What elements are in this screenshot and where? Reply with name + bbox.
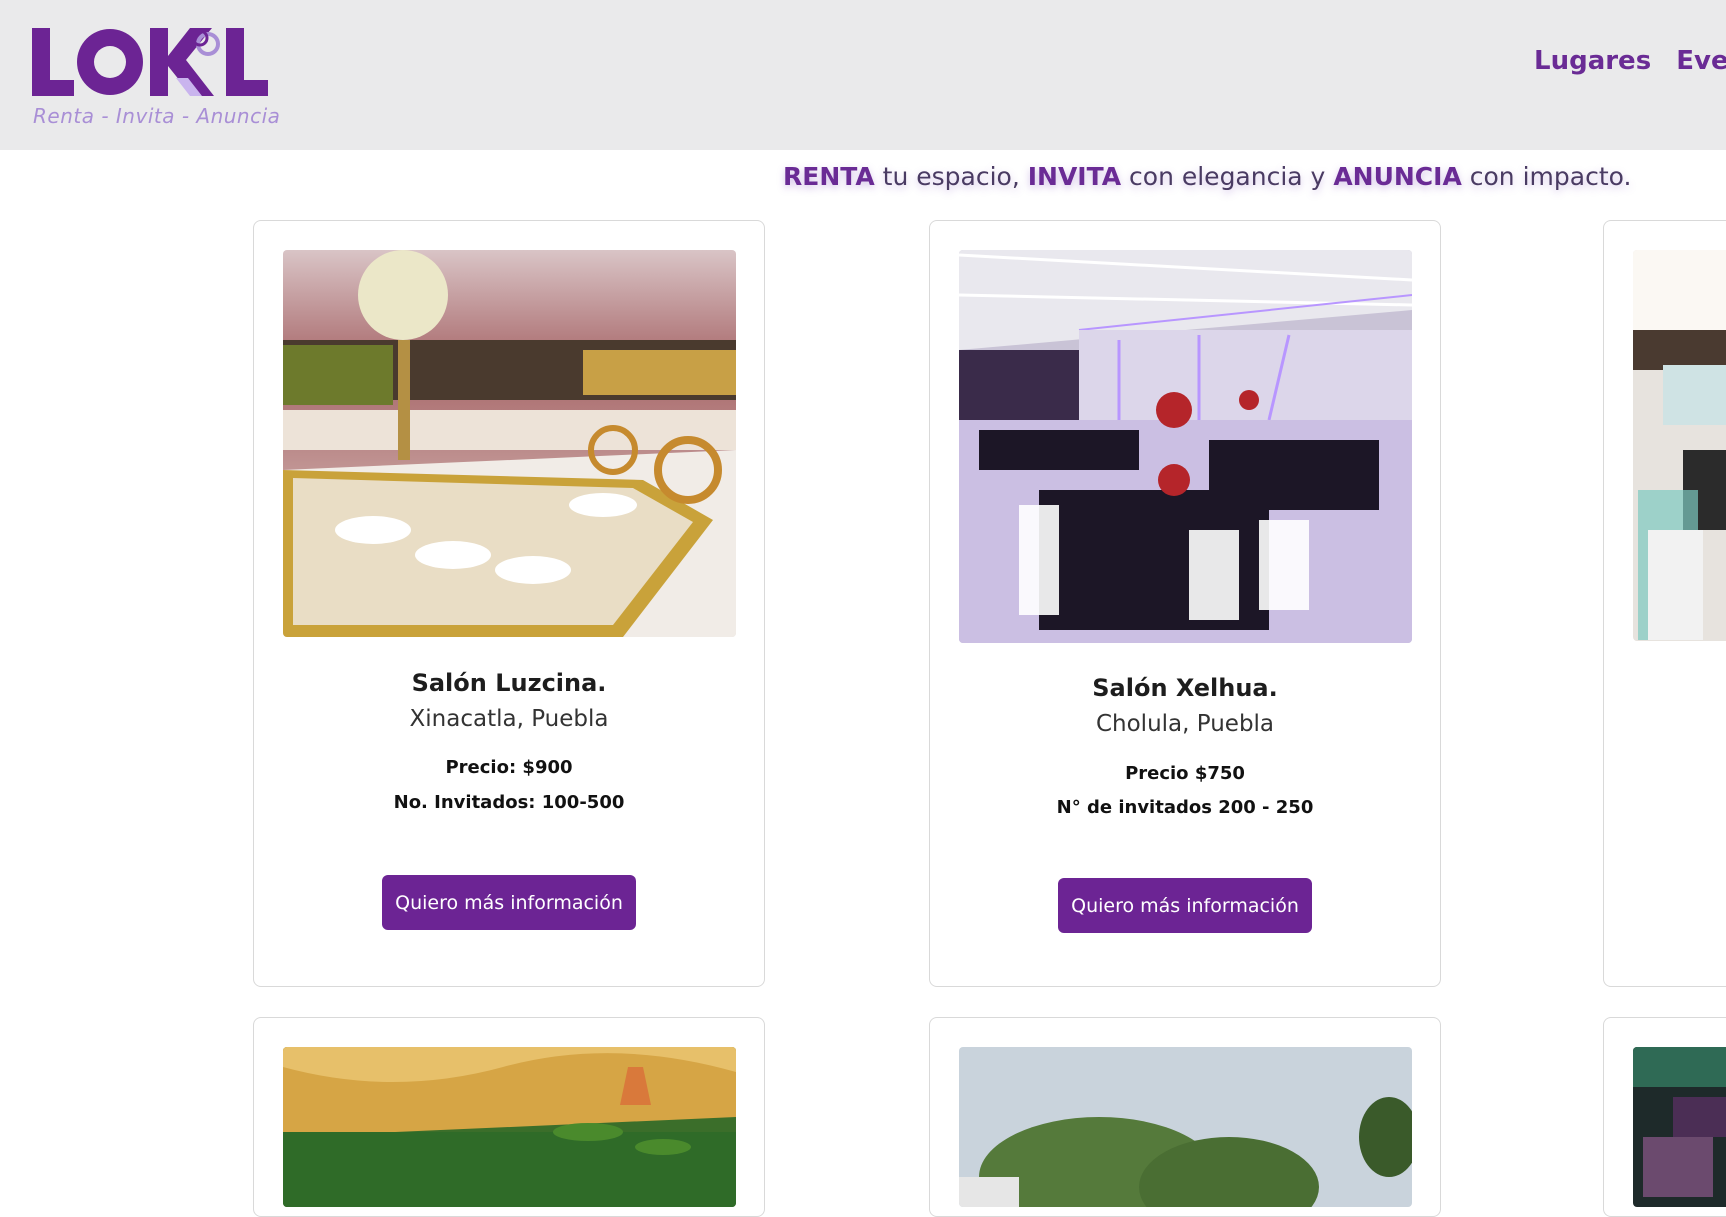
venue-photo[interactable] xyxy=(959,250,1412,643)
venue-card: Salón Xelhua. Cholula, Puebla Precio $75… xyxy=(929,220,1441,987)
venue-card: Salón Luzcina. Xinacatla, Puebla Precio:… xyxy=(253,220,765,987)
banquet-hall-photo-icon xyxy=(1633,250,1726,641)
venue-location: Xinacatla, Puebla xyxy=(409,706,609,732)
venue-guests: No. Invitados: 100-500 xyxy=(393,792,625,813)
venue-price: Precio: $900 xyxy=(445,757,573,778)
more-info-button[interactable]: Quiero más información xyxy=(1058,878,1312,933)
venue-name: Salón Luzcina. xyxy=(411,669,607,697)
slogan-text-2: con elegancia y xyxy=(1121,162,1334,191)
venue-price: Precio $750 xyxy=(1125,763,1245,784)
venue-photo[interactable] xyxy=(283,250,736,637)
slogan-text-3: con impacto. xyxy=(1461,162,1632,191)
venue-card xyxy=(929,1017,1441,1217)
garden-hall-photo-icon xyxy=(283,1047,736,1207)
venue-photo[interactable] xyxy=(959,1047,1412,1207)
hero-slogan: RENTA tu espacio, INVITA con elegancia y… xyxy=(783,162,1631,191)
venue-card xyxy=(253,1017,765,1217)
venue-photo[interactable] xyxy=(1633,1047,1726,1207)
brand-tagline: Renta - Invita - Anuncia xyxy=(33,104,281,128)
logo-mark-icon xyxy=(32,28,268,96)
slogan-anuncia: ANUNCIA xyxy=(1333,162,1462,191)
nav-item-eventos[interactable]: Event xyxy=(1676,46,1726,76)
main-nav: Lugares Event xyxy=(1534,46,1726,76)
venue-name: Salón Xelhua. xyxy=(1092,674,1278,702)
slogan-invita: INVITA xyxy=(1027,162,1122,191)
venue-photo[interactable] xyxy=(283,1047,736,1207)
venue-card xyxy=(1603,1017,1726,1217)
venue-photo[interactable] xyxy=(1633,250,1726,641)
slogan-renta: RENTA xyxy=(783,162,875,191)
night-event-photo-icon xyxy=(1633,1047,1726,1207)
nav-item-lugares[interactable]: Lugares xyxy=(1534,46,1651,76)
site-header: Renta - Invita - Anuncia Lugares Event xyxy=(0,0,1726,150)
venue-card xyxy=(1603,220,1726,987)
banquet-hall-photo-icon xyxy=(283,250,736,637)
brand-logo[interactable]: Renta - Invita - Anuncia xyxy=(30,26,300,131)
banquet-hall-photo-icon xyxy=(959,250,1412,643)
slogan-text-1: tu espacio, xyxy=(874,162,1028,191)
outdoor-garden-photo-icon xyxy=(959,1047,1412,1207)
venue-location: Cholula, Puebla xyxy=(1095,711,1275,737)
more-info-button[interactable]: Quiero más información xyxy=(382,875,636,930)
venue-guests: N° de invitados 200 - 250 xyxy=(1056,797,1314,818)
